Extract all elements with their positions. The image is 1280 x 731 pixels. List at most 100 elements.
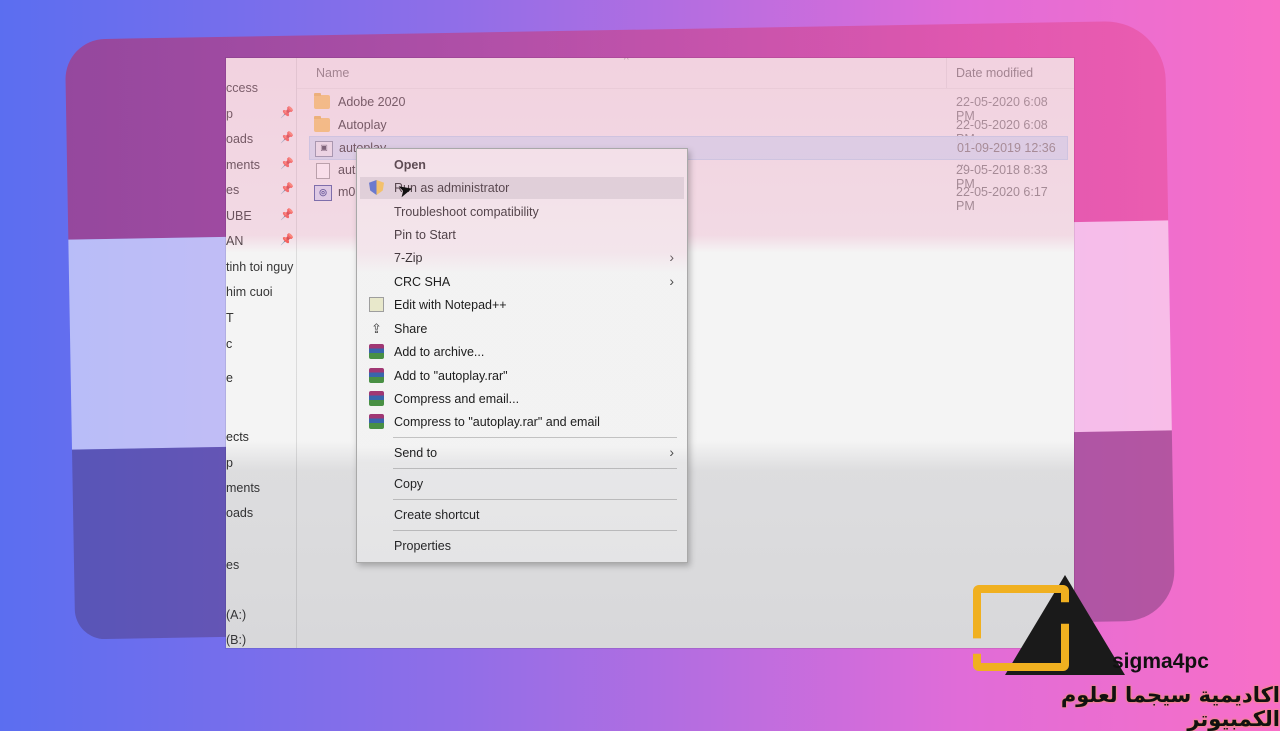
nav-item-label: tinh toi nguy <box>226 260 294 274</box>
nav-item-quick-access[interactable]: ccess <box>226 78 296 98</box>
nav-item-label: ccess <box>226 81 258 95</box>
menu-item-label: 7-Zip <box>394 251 423 265</box>
chevron-right-icon: › <box>669 249 674 265</box>
menu-item-create-shortcut[interactable]: Create shortcut <box>360 504 684 526</box>
logo-s-icon <box>973 585 1069 671</box>
menu-item-label: Add to archive... <box>394 345 485 359</box>
menu-item-send-to[interactable]: Send to › <box>360 442 684 464</box>
nav-item-downloads[interactable]: oads 📌 <box>226 129 296 149</box>
menu-item-label: Send to <box>394 446 438 460</box>
menu-item-add-to-rar[interactable]: Add to "autoplay.rar" <box>360 365 684 387</box>
pin-icon: 📌 <box>280 158 294 170</box>
nav-item-label: (A:) <box>226 608 247 622</box>
nav-item-drive-b[interactable]: (B:) <box>226 630 296 648</box>
nav-item-youtube[interactable]: UBE 📌 <box>226 206 296 226</box>
nav-item-label: ects <box>226 430 249 444</box>
menu-item-label: Open <box>394 158 426 172</box>
menu-item-label: Share <box>394 322 428 336</box>
menu-item-label: Create shortcut <box>394 508 480 522</box>
nav-item-folder-4[interactable]: c <box>226 334 296 354</box>
menu-separator <box>393 499 677 500</box>
menu-item-crc-sha[interactable]: CRC SHA › <box>360 271 684 293</box>
nav-item-label: oads <box>226 132 254 146</box>
column-name-header[interactable]: Name <box>316 66 349 80</box>
file-name: Adobe 2020 <box>338 95 406 109</box>
nav-item-label: UBE <box>226 209 252 223</box>
column-divider[interactable] <box>946 58 947 88</box>
nav-item-folder-1[interactable]: tinh toi nguy <box>226 257 296 277</box>
notepad-icon <box>369 297 384 312</box>
menu-item-pin-to-start[interactable]: Pin to Start <box>360 224 684 246</box>
nav-item-label: ments <box>226 158 261 172</box>
nav-item-label: oads <box>226 506 254 520</box>
nav-item-pictures-pc[interactable]: es <box>226 555 296 575</box>
pin-icon: 📌 <box>280 183 294 195</box>
menu-item-share[interactable]: ⇪ Share <box>360 318 684 340</box>
nav-item-downloads-pc[interactable]: oads <box>226 503 296 523</box>
folder-icon <box>314 116 330 132</box>
menu-item-label: Copy <box>394 477 424 491</box>
menu-item-label: Compress to "autoplay.rar" and email <box>394 415 600 429</box>
installer-icon: ◎ <box>314 185 332 201</box>
winrar-icon <box>369 344 384 359</box>
chevron-right-icon: › <box>669 444 674 460</box>
nav-item-label: ments <box>226 481 261 495</box>
nav-item-label: (B:) <box>226 633 247 647</box>
menu-item-open[interactable]: Open <box>360 154 684 176</box>
nav-item-folder-5[interactable]: e <box>226 368 296 388</box>
nav-item-label: c <box>226 337 233 351</box>
menu-item-copy[interactable]: Copy <box>360 473 684 495</box>
nav-item-an[interactable]: AN 📌 <box>226 231 296 251</box>
nav-item-folder-2[interactable]: him cuoi <box>226 282 296 302</box>
file-name: m0 <box>338 185 356 199</box>
pin-icon: 📌 <box>280 234 294 246</box>
menu-item-properties[interactable]: Properties <box>360 535 684 557</box>
menu-item-add-to-archive[interactable]: Add to archive... <box>360 341 684 363</box>
document-icon <box>316 163 330 179</box>
menu-item-compress-to-rar-email[interactable]: Compress to "autoplay.rar" and email <box>360 411 684 433</box>
nav-item-pictures[interactable]: es 📌 <box>226 180 296 200</box>
menu-item-label: Compress and email... <box>394 392 520 406</box>
menu-item-label: Pin to Start <box>394 228 456 242</box>
pin-icon: 📌 <box>280 132 294 144</box>
nav-item-desktop-pc[interactable]: p <box>226 453 296 473</box>
file-row[interactable]: Adobe 2020 22-05-2020 6:08 PM <box>309 91 1068 123</box>
nav-item-label: e <box>226 371 233 385</box>
context-menu: Open Run as administrator Troubleshoot c… <box>356 148 688 563</box>
nav-item-drive-a[interactable]: (A:) <box>226 605 296 625</box>
nav-item-label: es <box>226 558 240 572</box>
menu-item-label: Edit with Notepad++ <box>394 298 507 312</box>
nav-item-3d-objects[interactable]: ects <box>226 427 296 447</box>
brand-name: sigma4pc <box>1112 650 1209 673</box>
share-icon: ⇪ <box>371 321 382 336</box>
nav-item-label: es <box>226 183 240 197</box>
pin-icon: 📌 <box>280 209 294 221</box>
nav-item-label: p <box>226 107 233 121</box>
nav-item-label: him cuoi <box>226 285 273 299</box>
menu-separator <box>393 530 677 531</box>
menu-item-label: Add to "autoplay.rar" <box>394 369 508 383</box>
chevron-right-icon: › <box>669 273 674 289</box>
menu-item-7zip[interactable]: 7-Zip › <box>360 247 684 269</box>
navigation-pane[interactable]: ccess p 📌 oads 📌 ments 📌 es 📌 UBE 📌 AN 📌 tinh … <box>226 58 297 648</box>
column-date-header[interactable]: Date modified <box>956 66 1033 80</box>
pin-icon: 📌 <box>280 107 294 119</box>
brand-arabic-tagline: اكاديمية سيجما لعلوم الكمبيوتر <box>1060 683 1280 731</box>
menu-item-troubleshoot[interactable]: Troubleshoot compatibility <box>360 201 684 223</box>
menu-item-compress-email[interactable]: Compress and email... <box>360 388 684 410</box>
folder-icon <box>314 93 330 109</box>
winrar-icon <box>369 368 384 383</box>
nav-item-label: T <box>226 311 234 325</box>
nav-item-documents[interactable]: ments 📌 <box>226 155 296 175</box>
menu-item-label: Properties <box>394 539 451 553</box>
nav-item-documents-pc[interactable]: ments <box>226 478 296 498</box>
winrar-icon <box>369 414 384 429</box>
file-row[interactable]: Autoplay 22-05-2020 6:08 PM <box>309 114 1068 146</box>
application-icon: ▣ <box>315 141 333 157</box>
menu-separator <box>393 437 677 438</box>
menu-item-edit-notepad[interactable]: Edit with Notepad++ <box>360 294 684 316</box>
file-name: Autoplay <box>338 118 387 132</box>
nav-item-folder-3[interactable]: T <box>226 308 296 328</box>
sort-ascending-icon: ^ <box>624 58 629 66</box>
nav-item-desktop[interactable]: p 📌 <box>226 104 296 124</box>
